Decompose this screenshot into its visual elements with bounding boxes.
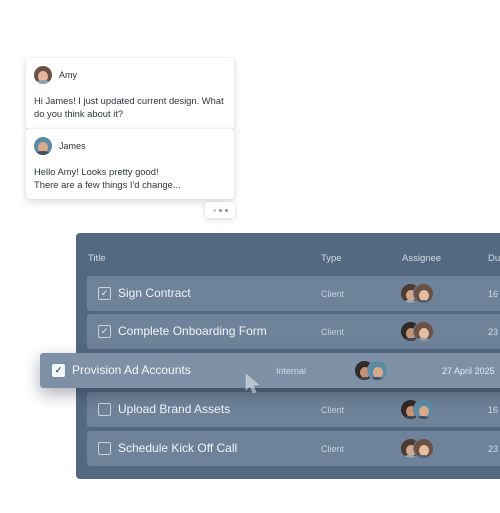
task-type: Client — [321, 327, 345, 337]
task-title: Schedule Kick Off Call — [118, 441, 238, 455]
task-checkbox[interactable]: ✓ — [98, 287, 111, 300]
chat-message-amy: Amy Hi James! I just updated current des… — [26, 58, 234, 129]
check-icon: ✓ — [54, 365, 63, 375]
chat-message-line: Hello Amy! Looks pretty good! — [34, 166, 159, 177]
assignee-avatars[interactable] — [354, 360, 390, 382]
task-row-upload-brand-assets[interactable]: Upload Brand Assets Client 16 — [87, 392, 500, 427]
task-checkbox[interactable] — [98, 403, 111, 416]
avatar-icon — [413, 438, 434, 459]
check-icon: ✓ — [100, 288, 109, 298]
task-row-kick-off-call[interactable]: Schedule Kick Off Call Client 23 — [87, 431, 500, 466]
task-checkbox[interactable]: ✓ — [98, 325, 111, 338]
task-title: Sign Contract — [118, 286, 191, 300]
chat-sender-name: Amy — [59, 70, 77, 80]
task-due-date: 23 — [488, 327, 499, 337]
task-row-sign-contract[interactable]: ✓ Sign Contract Client 16 — [87, 276, 500, 311]
chat-message-james: James Hello Amy! Looks pretty good! Ther… — [26, 129, 234, 199]
task-row-onboarding-form[interactable]: ✓ Complete Onboarding Form Client 23 — [87, 314, 500, 349]
assignee-avatars[interactable] — [400, 283, 436, 305]
task-title: Upload Brand Assets — [118, 402, 231, 416]
typing-dot — [224, 208, 228, 212]
task-title: Complete Onboarding Form — [118, 324, 267, 338]
check-icon: ✓ — [100, 326, 109, 336]
task-row-provision-ad-accounts-dragging[interactable]: ✓ Provision Ad Accounts Internal 27 Apri… — [40, 353, 500, 388]
task-due-date: 27 April 2025 — [442, 366, 495, 376]
task-checkbox[interactable] — [98, 442, 111, 455]
chat-message-line: There are a few things I'd change... — [34, 179, 181, 190]
avatar-amy[interactable] — [34, 66, 52, 84]
chat-message-text: Hi James! I just updated current design.… — [34, 95, 224, 119]
task-due-date: 23 — [488, 444, 499, 454]
avatar-icon — [413, 399, 434, 420]
typing-dot — [218, 208, 222, 212]
column-header-due[interactable]: Du — [488, 253, 500, 264]
task-due-date: 16 — [488, 289, 499, 299]
avatar-icon — [367, 360, 388, 381]
typing-dot — [212, 208, 216, 212]
task-title: Provision Ad Accounts — [72, 363, 191, 377]
column-header-assignee[interactable]: Assignee — [402, 253, 441, 264]
assignee-avatars[interactable] — [400, 321, 436, 343]
assignee-avatars[interactable] — [400, 399, 436, 421]
typing-indicator — [205, 202, 235, 218]
cursor-icon — [245, 372, 261, 394]
task-type: Client — [321, 405, 345, 415]
task-type: Client — [321, 444, 345, 454]
task-type: Client — [321, 289, 345, 299]
column-header-type[interactable]: Type — [321, 253, 342, 264]
column-header-title[interactable]: Title — [88, 253, 106, 264]
task-type: Internal — [276, 366, 307, 376]
task-due-date: 16 — [488, 405, 499, 415]
chat-sender-name: James — [59, 141, 86, 151]
task-checkbox[interactable]: ✓ — [52, 364, 65, 377]
avatar-james[interactable] — [34, 137, 52, 155]
avatar-icon — [413, 321, 434, 342]
assignee-avatars[interactable] — [400, 438, 436, 460]
avatar-icon — [413, 283, 434, 304]
